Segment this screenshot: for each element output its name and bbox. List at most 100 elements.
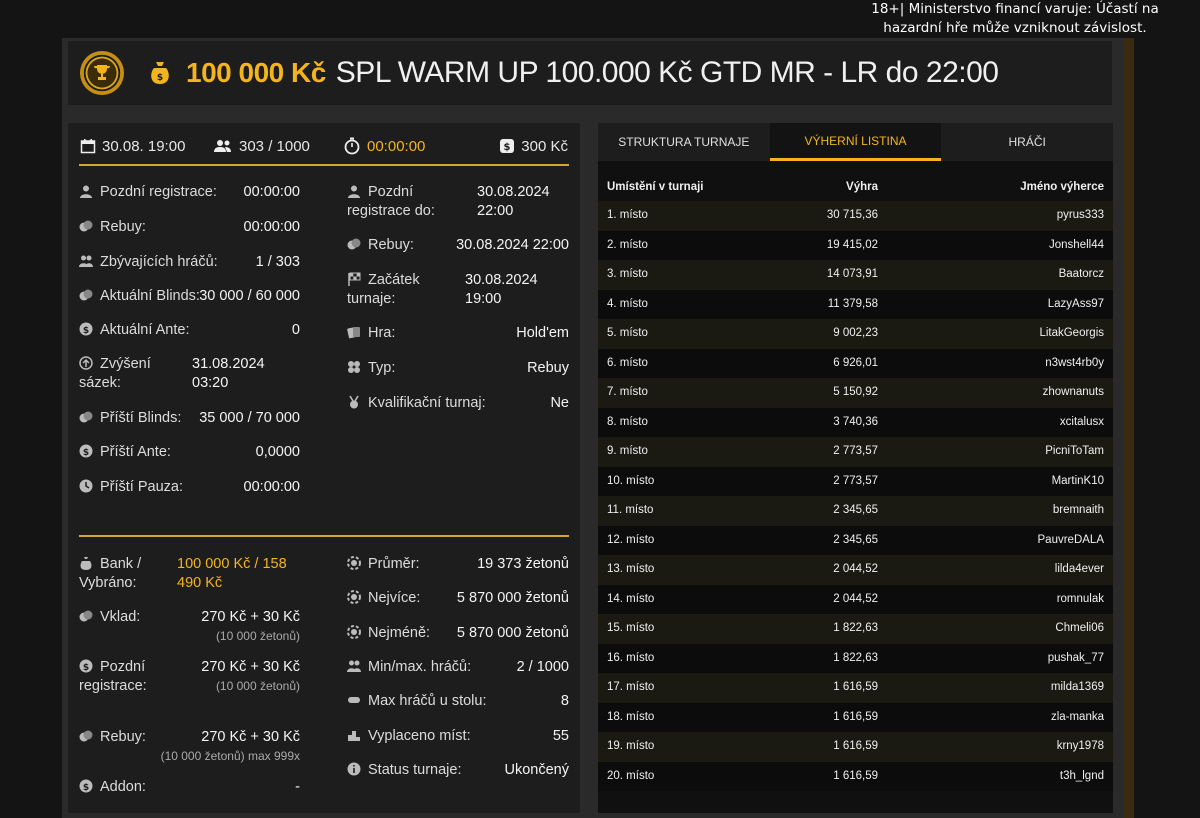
table-row: 1. místo 30 715,36 pyrus333 (598, 201, 1113, 231)
clock-icon (79, 479, 93, 493)
winner-cell: zhownanuts (1042, 386, 1104, 398)
current-blinds-value: 30 000 / 60 000 (199, 288, 300, 304)
winner-cell: milda1369 (1050, 681, 1104, 693)
place-cell: 11. místo (607, 504, 654, 516)
late-reg-fee-value: 270 Kč + 30 Kč (10 000 žetonů) (201, 659, 300, 693)
tab-structure[interactable]: STRUKTURA TURNAJE (598, 123, 770, 161)
average-label: Průměr: (347, 555, 420, 574)
status-label: Status turnaje: (347, 761, 462, 780)
rebuy-time-label: Rebuy: (79, 218, 146, 237)
table-row: 17. místo 1 616,59 milda1369 (598, 673, 1113, 703)
prize-cell: 30 715,36 (826, 209, 878, 221)
place-cell: 4. místo (607, 297, 648, 310)
deposit-label: Vklad: (79, 608, 140, 627)
prize-cell: 6 926,01 (833, 356, 878, 369)
stopwatch-icon (344, 137, 360, 155)
winner-cell: Chmeli06 (1055, 622, 1104, 634)
table-row: 5. místo 9 002,23 LitakGeorgis (598, 319, 1113, 349)
next-ante-value: 0,0000 (255, 444, 300, 460)
timer: 00:00:00 (343, 137, 425, 155)
next-blinds-label: Příští Blinds: (79, 409, 181, 428)
divider (79, 164, 569, 166)
dollar-circle-icon: $ (79, 659, 93, 673)
start-date-value: 30.08. 19:00 (102, 137, 186, 155)
suits-icon (347, 360, 361, 374)
table-row: 14. místo 2 044,52 romnulak (598, 584, 1113, 614)
arrow-up-circle-icon (79, 356, 93, 370)
prize-pool: 100 000 Kč (186, 57, 326, 88)
next-break-value: 00:00:00 (243, 479, 300, 495)
addon-label: $ Addon: (79, 778, 146, 797)
dollar-circle-icon: $ (79, 444, 93, 458)
prize-cell: 5 150,92 (833, 386, 878, 398)
place-cell: 6. místo (607, 356, 648, 369)
svg-text:$: $ (504, 142, 511, 153)
medal-icon (347, 395, 361, 409)
game-value: Hold'em (516, 325, 569, 341)
tournament-title: SPL WARM UP 100.000 Kč GTD MR - LR do 22… (335, 56, 999, 89)
prize-cell: 3 740,36 (833, 415, 878, 428)
table-row: 6. místo 6 926,01 n3wst4rb0y (598, 348, 1113, 378)
place-cell: 10. místo (607, 474, 655, 487)
prize-cell: 1 616,59 (833, 681, 878, 693)
prize-cell: 2 345,65 (833, 533, 878, 546)
winner-cell: t3h_lgnd (1059, 769, 1104, 782)
place-cell: 7. místo (607, 386, 648, 398)
stakes-increase-label: Zvýšení sázek: (79, 356, 151, 391)
tab-players[interactable]: HRÁČI (941, 123, 1114, 161)
table-row: 13. místo 2 044,52 lilda4ever (598, 555, 1113, 585)
buyin-value: 300 Kč (521, 137, 568, 155)
winner-cell: LitakGeorgis (1039, 327, 1104, 339)
table-row: 9. místo 2 773,57 PicniToTam (598, 437, 1113, 467)
prize-cell: 19 415,02 (826, 238, 878, 251)
svg-text:$: $ (83, 783, 89, 793)
average-value: 19 373 žetonů (477, 556, 569, 572)
place-cell: 16. místo (607, 651, 655, 664)
gambling-warning: 18+| Ministerstvo financí varuje: Účastí… (871, 1, 1159, 36)
current-ante-label: $ Aktuální Ante: (79, 321, 189, 340)
prize-cell: 1 616,59 (833, 710, 878, 723)
cards-icon (347, 325, 361, 339)
table-row: 19. místo 1 616,59 krny1978 (598, 732, 1113, 762)
place-cell: 17. místo (607, 681, 655, 693)
current-blinds-label: Aktuální Blinds: (79, 287, 200, 306)
table-row: 2. místo 19 415,02 Jonshell44 (598, 230, 1113, 260)
late-reg-value: 00:00:00 (243, 184, 300, 200)
start-label: Začátek turnaje: (347, 272, 420, 307)
tournament-info-panel: 30.08. 19:00 303 / 1000 00:00:00 $ 300 K… (68, 123, 580, 813)
table-row: 20. místo 1 616,59 t3h_lgnd (598, 761, 1113, 791)
next-blinds-value: 35 000 / 70 000 (199, 410, 300, 426)
winner-cell: LazyAss97 (1047, 297, 1104, 310)
chip-icon (347, 556, 361, 570)
place-cell: 19. místo (607, 740, 655, 752)
paid-places-value: 55 (552, 728, 569, 744)
late-reg-fee-label: $ Pozdní registrace: (79, 659, 147, 694)
col-winner: Jméno výherce (1020, 181, 1104, 193)
winner-cell: Jonshell44 (1049, 238, 1104, 251)
users-icon (347, 659, 361, 673)
svg-text:$: $ (83, 663, 89, 673)
status-value: Ukončený (504, 762, 569, 778)
winner-cell: romnulak (1056, 592, 1104, 605)
table-row: 7. místo 5 150,92 zhownanuts (598, 378, 1113, 408)
coins-icon (79, 219, 93, 233)
place-cell: 20. místo (607, 769, 655, 782)
winner-cell: lilda4ever (1054, 563, 1104, 575)
coins-icon (79, 729, 93, 743)
rebuy-fee-label: Rebuy: (79, 728, 146, 747)
rebuy-until-label: Rebuy: (347, 236, 414, 255)
tab-payouts[interactable]: VÝHERNÍ LISTINA (769, 123, 942, 161)
table-row: 18. místo 1 616,59 zla-manka (598, 702, 1113, 732)
table-row: 11. místo 2 345,65 bremnaith (598, 496, 1113, 526)
prize-cell: 2 044,52 (833, 563, 878, 575)
minmax-players-value: 2 / 1000 (516, 659, 569, 675)
table-row: 3. místo 14 073,91 Baatorcz (598, 260, 1113, 290)
winner-cell: pushak_77 (1047, 651, 1104, 664)
place-cell: 9. místo (607, 445, 648, 457)
prize-cell: 9 002,23 (833, 327, 878, 339)
prize-cell: 1 616,59 (833, 740, 878, 752)
table-row: 15. místo 1 822,63 Chmeli06 (598, 614, 1113, 644)
least-value: 5 870 000 žetonů (456, 625, 569, 641)
place-cell: 3. místo (607, 268, 648, 280)
col-place: Umístění v turnaji (607, 181, 704, 193)
